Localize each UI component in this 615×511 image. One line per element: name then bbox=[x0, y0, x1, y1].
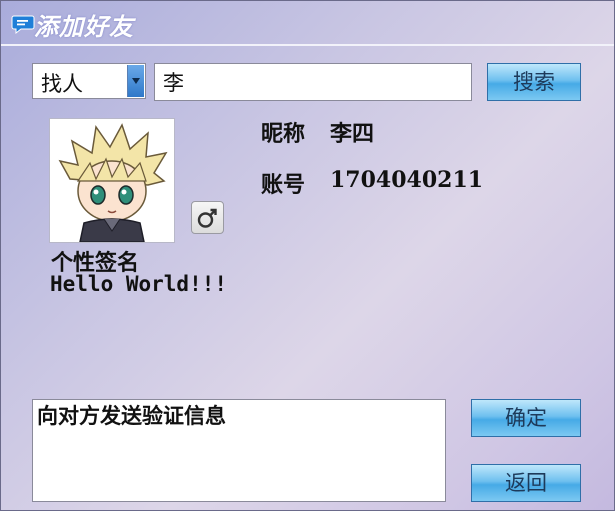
avatar-icon bbox=[49, 118, 175, 243]
nickname-value: 李四 bbox=[330, 121, 375, 147]
account-value: 1704040211 bbox=[330, 167, 484, 193]
confirm-button[interactable]: 确定 bbox=[471, 399, 581, 437]
add-friend-window: 添加好友 找人 搜索 bbox=[0, 0, 615, 511]
search-input[interactable] bbox=[154, 63, 472, 101]
verification-message-input[interactable]: 向对方发送验证信息 bbox=[32, 399, 446, 502]
nickname-label: 昵称 bbox=[261, 121, 306, 147]
title-bar[interactable]: 添加好友 bbox=[1, 1, 614, 46]
back-button[interactable]: 返回 bbox=[471, 464, 581, 502]
title-divider bbox=[1, 44, 614, 46]
search-type-value: 找人 bbox=[41, 72, 83, 96]
dropdown-arrow-icon[interactable] bbox=[127, 65, 144, 97]
male-icon[interactable] bbox=[191, 201, 224, 234]
chat-bubble-icon bbox=[11, 12, 35, 36]
window-title: 添加好友 bbox=[34, 12, 134, 41]
search-button[interactable]: 搜索 bbox=[487, 63, 581, 101]
search-type-select[interactable]: 找人 bbox=[32, 63, 146, 99]
signature-value: Hello World!!! bbox=[50, 272, 228, 296]
account-label: 账号 bbox=[261, 172, 306, 198]
